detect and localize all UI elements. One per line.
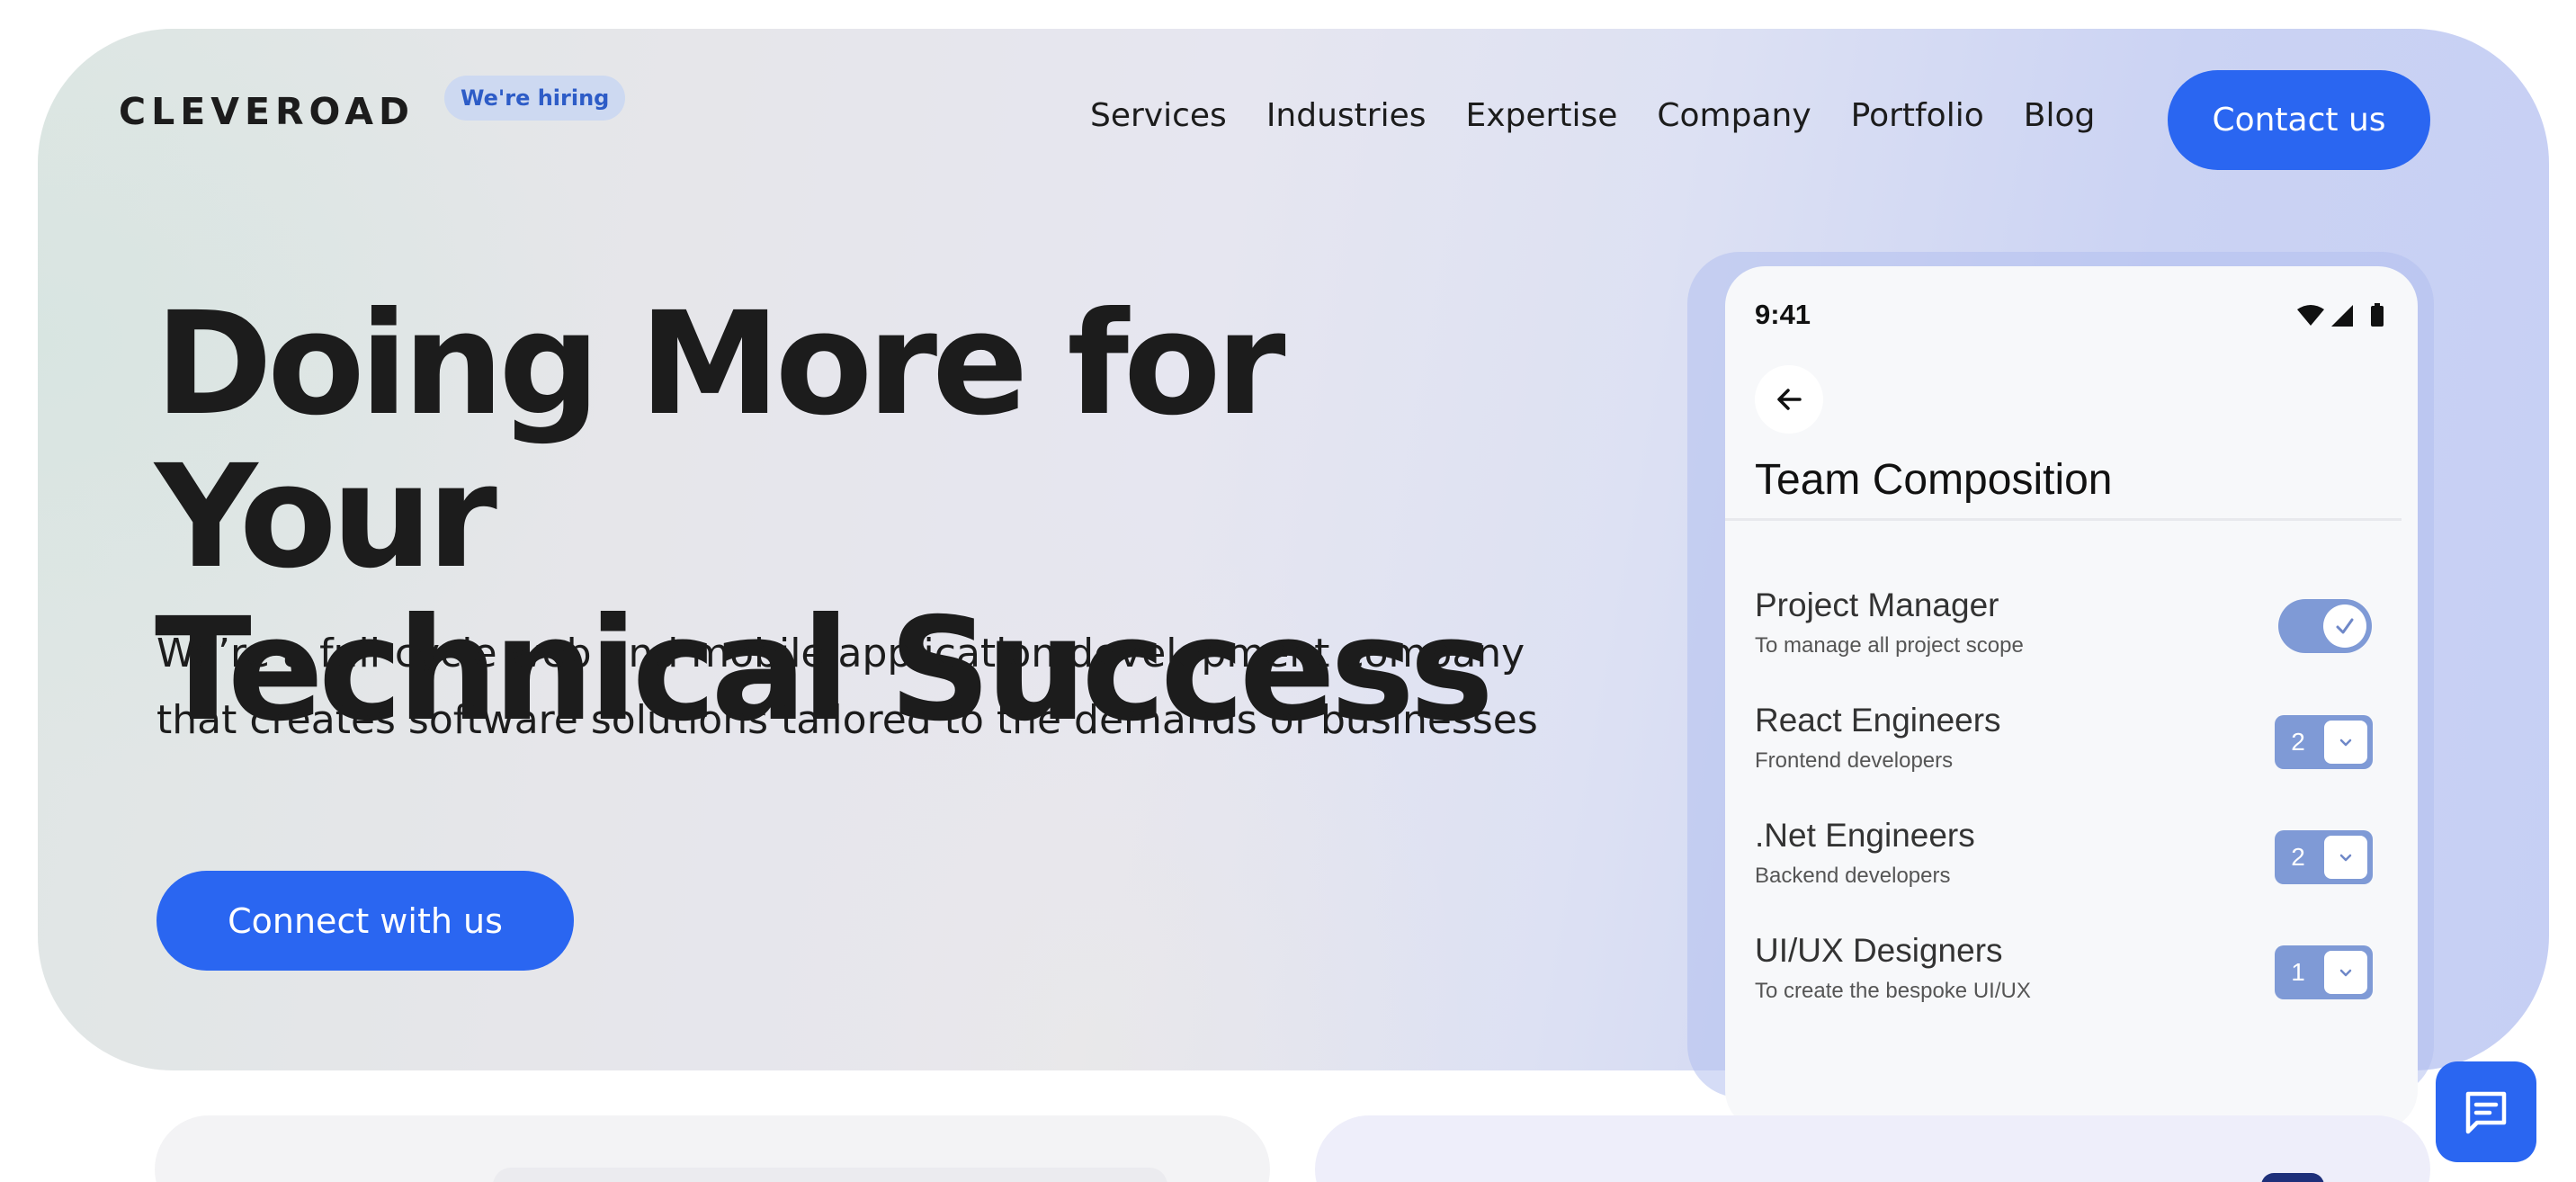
arrow-left-icon <box>1777 389 1802 410</box>
hero-subheading: We’re a full-cycle web and mobile applic… <box>157 621 1560 754</box>
subheading-line-2: that creates software solutions tailored… <box>157 697 1538 743</box>
main-nav: Services Industries Expertise Company Po… <box>1090 97 2134 134</box>
back-button[interactable] <box>1755 365 1823 434</box>
net-engineers-count-select[interactable]: 2 <box>2275 830 2373 884</box>
stepper-value: 1 <box>2291 958 2305 986</box>
feature-card-right <box>1315 1115 2430 1182</box>
feature-card-right-badge <box>2261 1173 2324 1182</box>
role-subtitle-ui-ux-designers: To create the bespoke UI/UX <box>1755 979 2031 1003</box>
divider <box>1725 518 2402 521</box>
battery-icon <box>2371 306 2384 327</box>
signal-icon <box>2331 305 2353 327</box>
role-title-ui-ux-designers: UI/UX Designers <box>1755 932 2003 969</box>
chat-icon <box>2465 1091 2507 1134</box>
stepper-arrow <box>2324 721 2367 764</box>
stepper-value: 2 <box>2291 728 2305 756</box>
ui-ux-designers-count-select[interactable]: 1 <box>2275 945 2373 999</box>
stepper-arrow <box>2324 836 2367 879</box>
status-icons <box>2297 303 2384 327</box>
chat-button[interactable] <box>2436 1061 2536 1162</box>
nav-item-expertise[interactable]: Expertise <box>1466 97 1618 134</box>
react-engineers-count-select[interactable]: 2 <box>2275 715 2373 769</box>
check-icon <box>2336 618 2354 634</box>
chevron-down-icon <box>2339 739 2352 747</box>
role-title-net-engineers: .Net Engineers <box>1755 817 1975 854</box>
stepper-value: 2 <box>2291 843 2305 871</box>
stepper-arrow <box>2324 951 2367 994</box>
wifi-icon <box>2297 305 2324 326</box>
logo[interactable]: CLEVEROAD <box>119 90 415 133</box>
nav-item-industries[interactable]: Industries <box>1266 97 1427 134</box>
nav-item-services[interactable]: Services <box>1090 97 1227 134</box>
chevron-down-icon <box>2339 969 2352 977</box>
nav-item-blog[interactable]: Blog <box>2024 97 2096 134</box>
nav-item-company[interactable]: Company <box>1657 97 1811 134</box>
subheading-line-1: We’re a full-cycle web and mobile applic… <box>157 631 1525 676</box>
feature-card-left-content <box>493 1168 1167 1182</box>
status-bar-time: 9:41 <box>1755 299 1811 330</box>
contact-us-button[interactable]: Contact us <box>2168 70 2430 170</box>
role-subtitle-net-engineers: Backend developers <box>1755 864 1951 888</box>
role-subtitle-project-manager: To manage all project scope <box>1755 633 2024 658</box>
toggle-knob <box>2323 604 2366 648</box>
project-manager-toggle[interactable] <box>2278 599 2372 653</box>
screen-title: Team Composition <box>1755 456 2113 504</box>
headline-line-1: Doing More for Your <box>155 282 1286 600</box>
role-title-react-engineers: React Engineers <box>1755 702 2001 739</box>
hiring-badge[interactable]: We're hiring <box>444 76 626 121</box>
role-subtitle-react-engineers: Frontend developers <box>1755 748 1954 773</box>
chevron-down-icon <box>2339 854 2352 862</box>
role-title-project-manager: Project Manager <box>1755 587 1999 623</box>
nav-item-portfolio[interactable]: Portfolio <box>1851 97 1984 134</box>
connect-with-us-button[interactable]: Connect with us <box>157 871 574 971</box>
